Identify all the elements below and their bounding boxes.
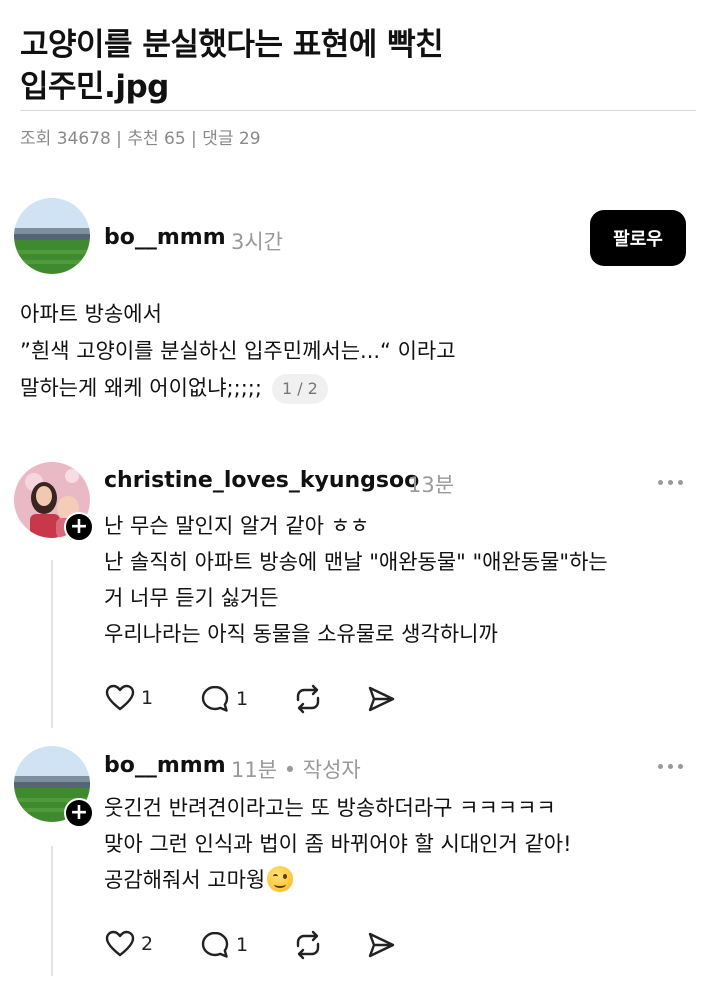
repost-button[interactable] — [293, 684, 323, 714]
repost-button[interactable] — [293, 930, 323, 960]
post-title-line-2: 입주민.jpg — [20, 69, 169, 105]
reply-body-line: 거 너무 듣기 싫거든 — [104, 586, 279, 610]
like-button[interactable]: 2 — [105, 930, 153, 958]
reply-body-line: 공감해줘서 고마웡 — [104, 862, 572, 898]
like-count: 2 — [141, 933, 154, 955]
recommend-count: 65 — [164, 129, 186, 149]
repost-icon — [296, 684, 320, 714]
share-button[interactable] — [366, 684, 396, 714]
post-title: 고양이를 분실했다는 표현에 빡친 입주민.jpg — [20, 24, 680, 108]
reply-body-line: 웃긴건 반려견이라고는 또 방송하더라구 ㅋㅋㅋㅋㅋ — [104, 796, 556, 820]
recommend-label: 추천 — [127, 129, 159, 149]
title-divider — [20, 110, 696, 111]
send-icon — [368, 932, 395, 958]
avatar[interactable] — [14, 198, 90, 274]
heart-icon — [105, 930, 135, 957]
comments-label: 댓글 — [202, 129, 234, 149]
comments-count: 29 — [238, 129, 261, 149]
page-indicator[interactable]: 1 / 2 — [271, 374, 328, 404]
comment-bubble-icon — [201, 685, 229, 712]
reply-body-line: 우리나라는 아직 동물을 소유물로 생각하니까 — [104, 622, 498, 646]
views-label: 조회 — [20, 129, 52, 149]
reply-time: 11분 • 작성자 — [231, 758, 361, 782]
thread-body-line: ”흰색 고양이를 분실하신 입주민께서는...“ 이라고 — [20, 339, 456, 363]
thread-time: 3시간 — [231, 230, 284, 254]
like-count: 1 — [141, 687, 154, 709]
smiling-face-emoji — [267, 866, 294, 892]
reply-author[interactable]: christine_loves_kyungsoo — [104, 468, 419, 493]
like-button[interactable]: 1 — [105, 684, 153, 712]
reply-button[interactable]: 1 — [200, 684, 248, 714]
reply-author[interactable]: bo__mmm — [104, 753, 226, 778]
reply-button[interactable]: 1 — [200, 930, 248, 960]
comment-bubble-icon — [201, 931, 229, 958]
thread-line — [51, 560, 53, 728]
more-dots-icon[interactable] — [658, 477, 688, 487]
thread-body-line: 말하는게 왜케 어이없냐;;;;; 1 / 2 — [20, 370, 456, 407]
views-count: 34678 — [56, 129, 111, 149]
follow-plus-icon[interactable]: + — [64, 798, 94, 828]
reply-count: 1 — [236, 934, 249, 956]
repost-icon — [296, 930, 320, 960]
thread-author[interactable]: bo__mmm — [104, 225, 226, 250]
reply-time: 13분 — [408, 473, 455, 497]
follow-plus-icon[interactable]: + — [64, 512, 94, 542]
reply-body-text: 공감해줘서 고마웡 — [104, 868, 266, 892]
thread-body-text: 말하는게 왜케 어이없냐;;;;; — [20, 376, 262, 400]
thread-body-line: 아파트 방송에서 — [20, 302, 162, 326]
reply-body-line: 난 솔직히 아파트 방송에 맨날 "애완동물" "애완동물"하는 — [104, 550, 608, 574]
reply-count: 1 — [236, 688, 249, 710]
reply-body-line: 난 무슨 말인지 알거 같아 ㅎㅎ — [104, 514, 370, 538]
thread-line — [51, 846, 53, 976]
share-button[interactable] — [366, 930, 396, 960]
reply-body: 난 무슨 말인지 알거 같아 ㅎㅎ 난 솔직히 아파트 방송에 맨날 "애완동물… — [104, 508, 608, 652]
send-icon — [368, 686, 395, 712]
reply-body-line: 맞아 그런 인식과 법이 좀 바뀌어야 할 시대인거 같아! — [104, 832, 572, 856]
more-dots-icon[interactable] — [658, 761, 688, 771]
post-stats: 조회 34678 | 추천 65 | 댓글 29 — [20, 129, 261, 149]
post-title-line-1: 고양이를 분실했다는 표현에 빡친 — [20, 27, 444, 63]
reply-body: 웃긴건 반려견이라고는 또 방송하더라구 ㅋㅋㅋㅋㅋ 맞아 그런 인식과 법이 … — [104, 790, 572, 898]
heart-icon — [105, 684, 135, 711]
thread-body: 아파트 방송에서 ”흰색 고양이를 분실하신 입주민께서는...“ 이라고 말하… — [20, 296, 456, 407]
follow-button[interactable]: 팔로우 — [590, 210, 686, 266]
